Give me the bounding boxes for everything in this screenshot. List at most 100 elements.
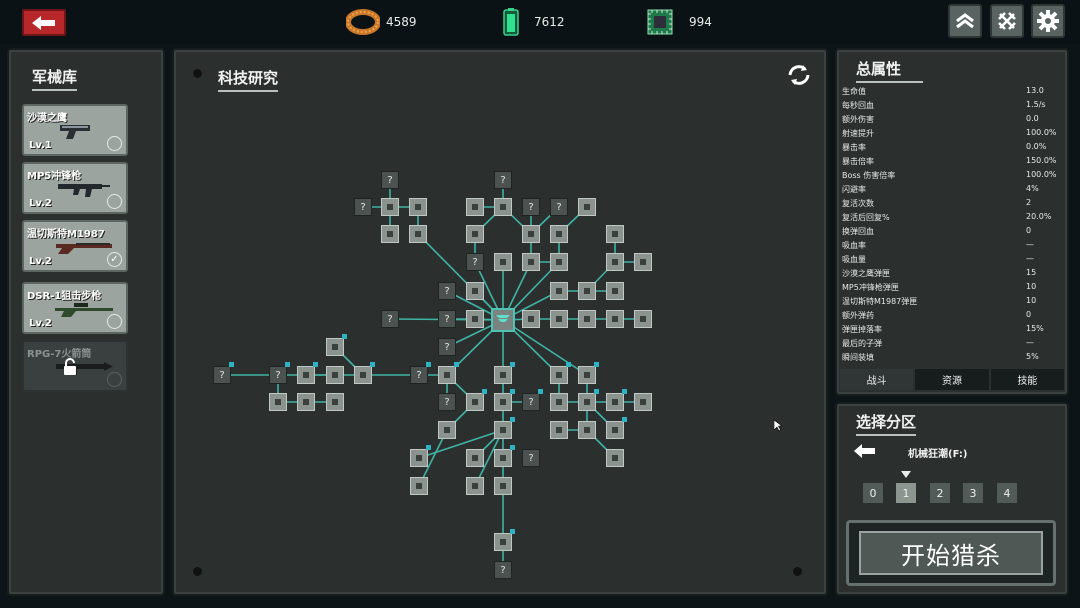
weapon-card-mp5[interactable]: MP5冲锋枪 Lv.2	[22, 162, 128, 214]
stat-row: 额外伤害 0.0	[842, 114, 1056, 128]
tech-node-upgrade[interactable]	[466, 282, 484, 300]
tech-node-locked[interactable]: ?	[438, 393, 456, 411]
tech-node-upgrade[interactable]	[409, 225, 427, 243]
equip-toggle[interactable]	[107, 194, 122, 209]
tech-node-upgrade[interactable]	[494, 198, 512, 216]
refresh-icon[interactable]	[786, 63, 812, 87]
tab-skills[interactable]: 技能	[990, 369, 1064, 390]
tech-node-locked[interactable]: ?	[269, 366, 287, 384]
tech-node-locked[interactable]: ?	[381, 310, 399, 328]
zone-option-4[interactable]: 4	[995, 481, 1019, 505]
tech-node-upgrade[interactable]	[326, 393, 344, 411]
tech-node-upgrade[interactable]	[634, 393, 652, 411]
tab-resources[interactable]: 资源	[915, 369, 989, 390]
tech-node-upgrade[interactable]	[550, 366, 568, 384]
tech-node-locked[interactable]: ?	[438, 282, 456, 300]
tech-node-upgrade[interactable]	[578, 310, 596, 328]
tech-node-upgrade[interactable]	[522, 225, 540, 243]
tech-node-upgrade[interactable]	[494, 533, 512, 551]
tech-node-upgrade[interactable]	[466, 310, 484, 328]
tech-node-upgrade[interactable]	[606, 282, 624, 300]
tech-node-upgrade[interactable]	[578, 198, 596, 216]
tech-core-node[interactable]	[491, 308, 515, 332]
tech-node-upgrade[interactable]	[354, 366, 372, 384]
tech-node-upgrade[interactable]	[550, 225, 568, 243]
tech-node-locked[interactable]: ?	[410, 366, 428, 384]
tech-node-upgrade[interactable]	[494, 421, 512, 439]
settings-button[interactable]	[1031, 4, 1065, 38]
tab-combat[interactable]: 战斗	[840, 369, 914, 390]
tech-node-upgrade[interactable]	[466, 198, 484, 216]
tech-node-upgrade[interactable]	[494, 449, 512, 467]
equip-toggle[interactable]	[107, 314, 122, 329]
tech-node-upgrade[interactable]	[634, 253, 652, 271]
tech-node-upgrade[interactable]	[409, 198, 427, 216]
tech-node-upgrade[interactable]	[550, 253, 568, 271]
equip-toggle[interactable]	[107, 136, 122, 151]
tech-node-upgrade[interactable]	[494, 393, 512, 411]
tech-node-upgrade[interactable]	[269, 393, 287, 411]
tech-node-upgrade[interactable]	[606, 253, 624, 271]
tech-node-upgrade[interactable]	[550, 310, 568, 328]
tech-node-locked[interactable]: ?	[354, 198, 372, 216]
tech-node-upgrade[interactable]	[494, 253, 512, 271]
zone-option-0[interactable]: 0	[861, 481, 885, 505]
tech-node-upgrade[interactable]	[578, 393, 596, 411]
tech-node-locked[interactable]: ?	[522, 449, 540, 467]
tech-node-locked[interactable]: ?	[522, 393, 540, 411]
tech-node-upgrade[interactable]	[381, 225, 399, 243]
tech-node-locked[interactable]: ?	[494, 561, 512, 579]
tech-node-upgrade[interactable]	[606, 421, 624, 439]
battle-button[interactable]	[990, 4, 1024, 38]
tech-node-upgrade[interactable]	[606, 310, 624, 328]
tech-node-upgrade[interactable]	[606, 449, 624, 467]
back-button[interactable]	[22, 9, 66, 36]
tech-node-upgrade[interactable]	[578, 366, 596, 384]
tech-node-upgrade[interactable]	[522, 310, 540, 328]
tech-node-upgrade[interactable]	[466, 477, 484, 495]
tech-node-upgrade[interactable]	[634, 310, 652, 328]
equip-toggle[interactable]: ✓	[107, 252, 122, 267]
tech-node-upgrade[interactable]	[326, 366, 344, 384]
weapon-card-desert-eagle[interactable]: 沙漠之鹰 Lv.1	[22, 104, 128, 156]
tech-node-upgrade[interactable]	[297, 393, 315, 411]
tech-node-upgrade[interactable]	[550, 393, 568, 411]
weapon-card-dsr1[interactable]: DSR-1狙击步枪 Lv.2	[22, 282, 128, 334]
tech-node-upgrade[interactable]	[410, 477, 428, 495]
tech-node-upgrade[interactable]	[606, 225, 624, 243]
tech-node-upgrade[interactable]	[494, 477, 512, 495]
tech-node-locked[interactable]: ?	[438, 310, 456, 328]
tech-node-upgrade[interactable]	[522, 253, 540, 271]
tech-node-locked[interactable]: ?	[494, 171, 512, 189]
weapon-card-rpg7[interactable]: RPG-7火箭筒	[22, 340, 128, 392]
weapon-card-winchester[interactable]: 温切斯特M1987 Lv.2 ✓	[22, 220, 128, 272]
zone-option-3[interactable]: 3	[961, 481, 985, 505]
tech-node-upgrade[interactable]	[578, 421, 596, 439]
tech-node-upgrade[interactable]	[578, 282, 596, 300]
tech-node-upgrade[interactable]	[550, 421, 568, 439]
tech-node-upgrade[interactable]	[494, 366, 512, 384]
rank-button[interactable]	[948, 4, 982, 38]
tech-node-upgrade[interactable]	[466, 393, 484, 411]
start-hunt-button[interactable]: 开始猎杀	[846, 520, 1056, 586]
tech-node-upgrade[interactable]	[410, 449, 428, 467]
tech-node-locked[interactable]: ?	[550, 198, 568, 216]
tech-node-locked[interactable]: ?	[466, 253, 484, 271]
equip-toggle[interactable]	[107, 372, 122, 387]
tech-node-upgrade[interactable]	[438, 421, 456, 439]
tech-node-upgrade[interactable]	[438, 366, 456, 384]
tech-node-upgrade[interactable]	[381, 198, 399, 216]
tech-node-upgrade[interactable]	[466, 225, 484, 243]
tech-node-locked[interactable]: ?	[213, 366, 231, 384]
tech-node-upgrade[interactable]	[326, 338, 344, 356]
tech-node-upgrade[interactable]	[466, 449, 484, 467]
zone-option-2[interactable]: 2	[928, 481, 952, 505]
tech-node-locked[interactable]: ?	[522, 198, 540, 216]
zone-option-1[interactable]: 1	[894, 481, 918, 505]
tech-node-locked[interactable]: ?	[381, 171, 399, 189]
tech-node-upgrade[interactable]	[297, 366, 315, 384]
tech-node-upgrade[interactable]	[550, 282, 568, 300]
tech-node-upgrade[interactable]	[606, 393, 624, 411]
arrow-left-icon[interactable]	[854, 443, 876, 459]
tech-node-locked[interactable]: ?	[438, 338, 456, 356]
